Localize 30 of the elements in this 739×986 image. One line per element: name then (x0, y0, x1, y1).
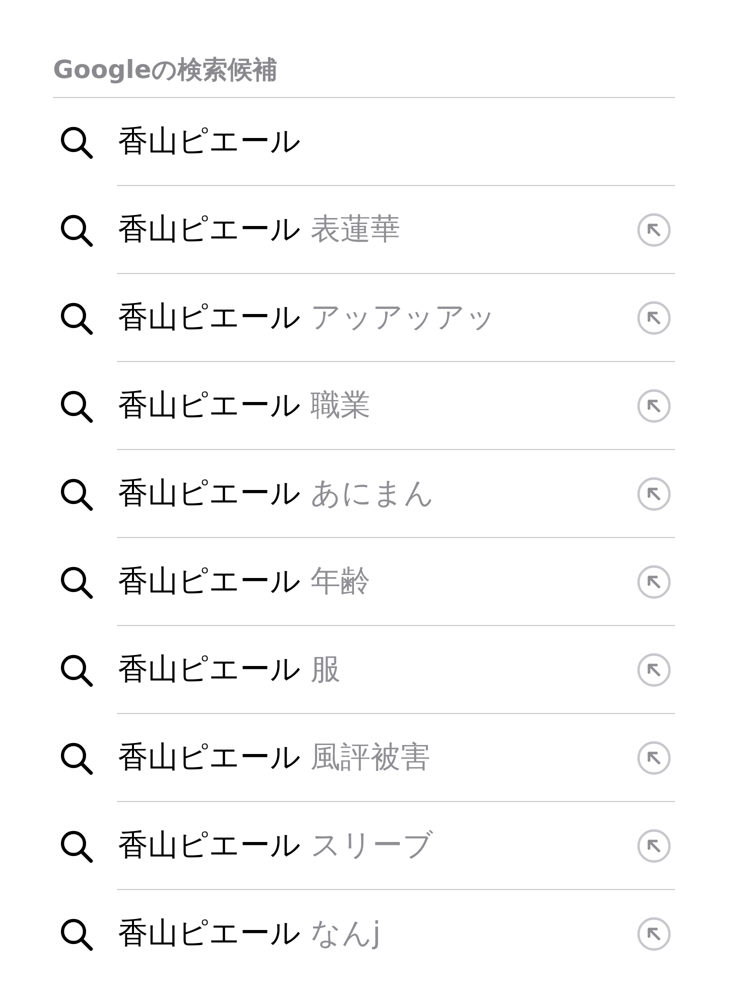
fill-in-button[interactable] (637, 740, 671, 774)
suggestion-text[interactable]: 香山ピエール あにまん (118, 474, 435, 514)
search-icon (60, 918, 93, 950)
search-icon (60, 126, 93, 158)
suggestion-text[interactable]: 香山ピエール 職業 (118, 386, 371, 426)
search-icon (60, 742, 93, 774)
suggestion-text[interactable]: 香山ピエール アッアッアッ (118, 298, 497, 338)
fill-in-button[interactable] (637, 828, 671, 862)
suggestion-text[interactable]: 香山ピエール 年齢 (118, 562, 371, 602)
section-heading: Googleの検索候補 (53, 54, 278, 86)
fill-in-button[interactable] (637, 652, 671, 686)
suggestion-text[interactable]: 香山ピエール スリーブ (118, 826, 434, 866)
fill-in-button[interactable] (637, 564, 671, 598)
search-icon (60, 566, 93, 598)
search-icon (60, 830, 93, 862)
suggestion-text[interactable]: 香山ピエール 風評被害 (118, 738, 431, 778)
fill-in-button[interactable] (637, 300, 671, 334)
search-icon (60, 478, 93, 510)
fill-in-button[interactable] (637, 917, 671, 951)
fill-in-button[interactable] (637, 212, 671, 246)
search-icon (60, 214, 93, 246)
fill-in-button[interactable] (637, 388, 671, 422)
search-icon (60, 302, 93, 334)
search-icon (60, 390, 93, 422)
suggestion-text[interactable]: 香山ピエール 表蓮華 (118, 210, 401, 250)
search-icon (60, 654, 93, 686)
suggestion-text[interactable]: 香山ピエール (118, 122, 301, 162)
fill-in-button[interactable] (637, 476, 671, 510)
suggestion-text[interactable]: 香山ピエール 服 (118, 650, 341, 690)
suggestion-text[interactable]: 香山ピエール なんj (118, 914, 381, 954)
